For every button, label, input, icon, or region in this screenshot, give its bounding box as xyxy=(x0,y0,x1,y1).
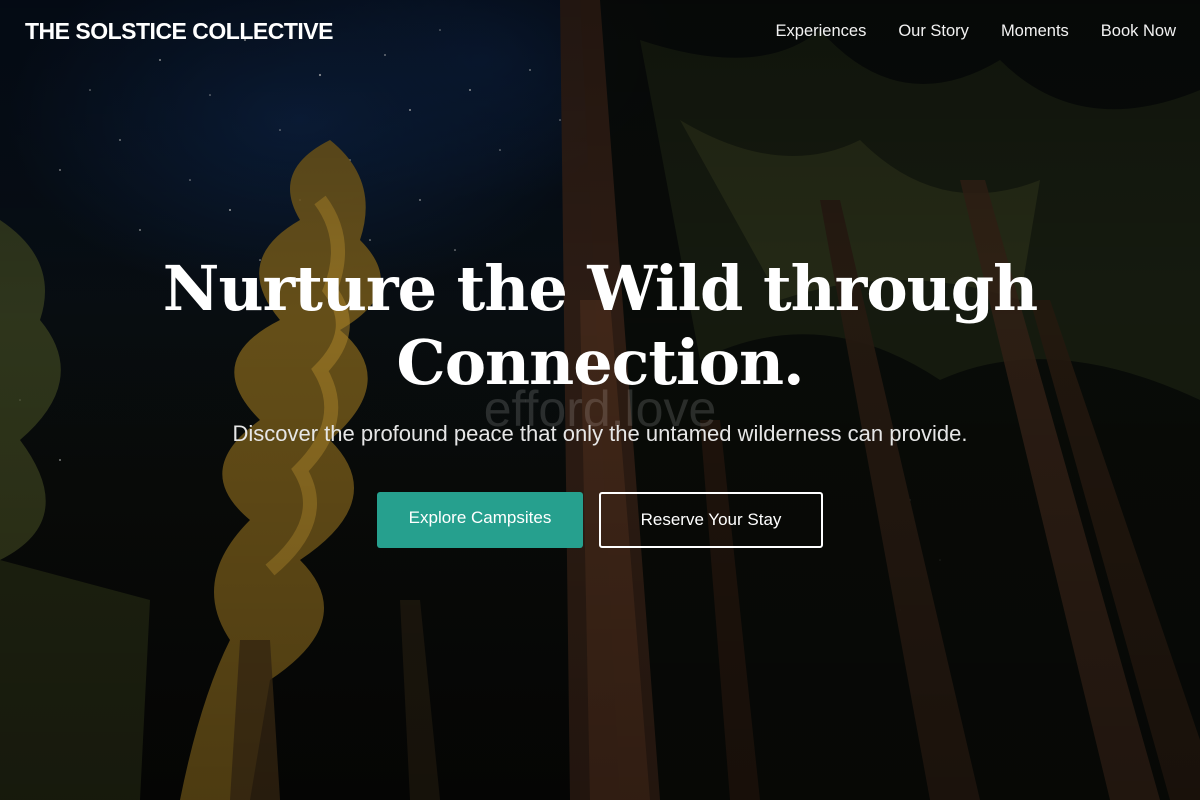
hero-headline: Nurture the Wild through Connection. xyxy=(0,252,1200,400)
nav-item-moments[interactable]: Moments xyxy=(1001,22,1069,41)
hero-section: THE SOLSTICE COLLECTIVE Experiences Our … xyxy=(0,0,1200,800)
nav-item-our-story[interactable]: Our Story xyxy=(898,22,969,41)
hero-headline-line2: Connection. xyxy=(396,326,804,399)
dark-overlay xyxy=(0,0,1200,800)
nav-item-experiences[interactable]: Experiences xyxy=(776,22,867,41)
hero-headline-line1: Nurture the Wild through xyxy=(162,252,1038,325)
nav-item-book-now[interactable]: Book Now xyxy=(1101,22,1176,41)
nav-links: Experiences Our Story Moments Book Now xyxy=(776,22,1176,41)
cta-buttons: Explore Campsites Reserve Your Stay xyxy=(377,492,823,548)
hero-subheadline: Discover the profound peace that only th… xyxy=(232,421,968,446)
reserve-your-stay-button[interactable]: Reserve Your Stay xyxy=(599,492,823,548)
explore-campsites-button[interactable]: Explore Campsites xyxy=(377,492,583,548)
top-navbar: THE SOLSTICE COLLECTIVE Experiences Our … xyxy=(0,0,1200,64)
brand-logo[interactable]: THE SOLSTICE COLLECTIVE xyxy=(25,18,333,45)
